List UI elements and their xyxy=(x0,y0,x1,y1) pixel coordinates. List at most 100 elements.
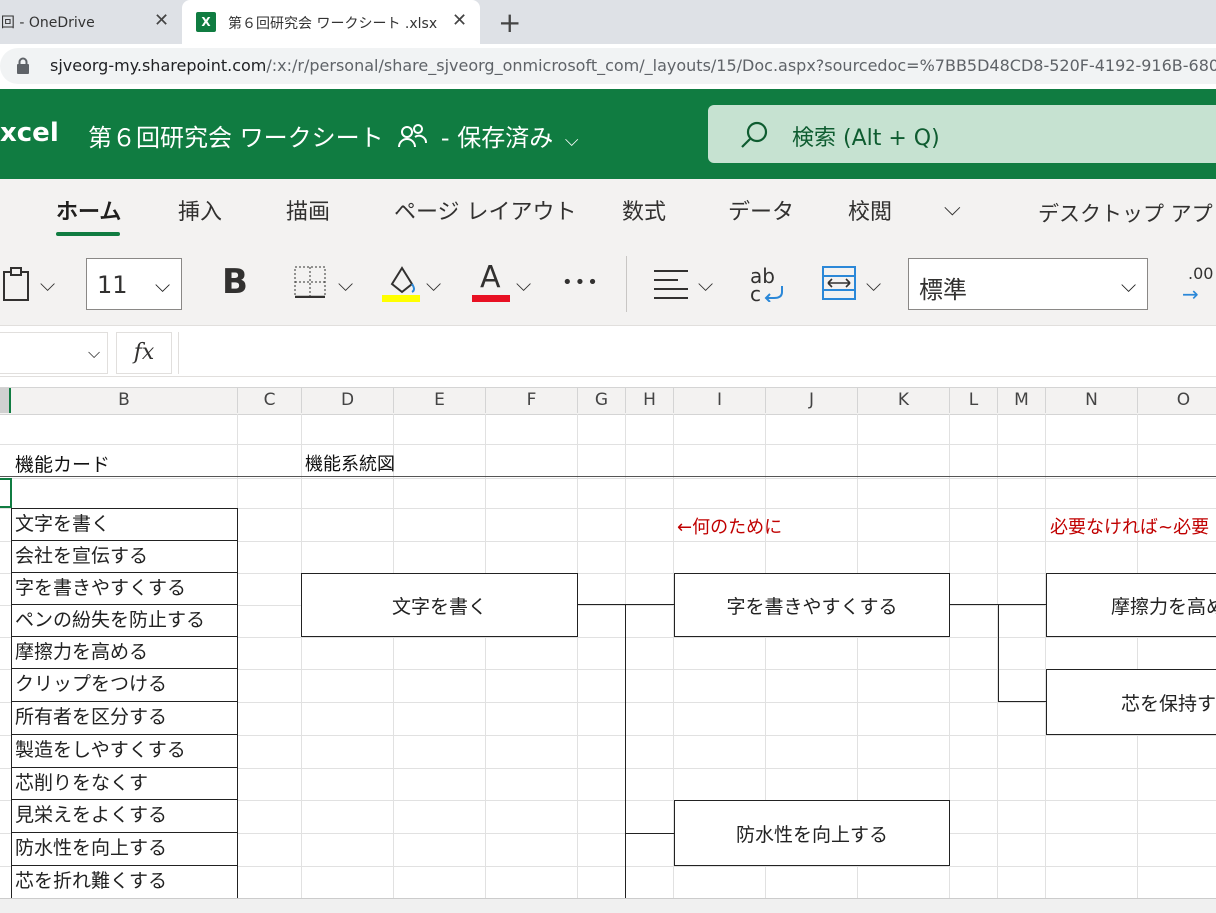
grid-hline xyxy=(0,478,1216,479)
function-card-cell[interactable]: 文字を書く xyxy=(11,508,238,541)
chevron-down-icon: ⌵ xyxy=(1121,273,1137,297)
wrap-text-icon[interactable]: ab c xyxy=(750,264,786,308)
shared-people-icon xyxy=(397,123,429,155)
column-header-l[interactable]: L xyxy=(950,388,998,413)
column-header-k[interactable]: K xyxy=(858,388,950,413)
function-card-cell[interactable]: 見栄えをよくする xyxy=(11,800,238,833)
align-chevron-icon[interactable]: ⌵ xyxy=(698,272,713,296)
column-header-b[interactable]: B xyxy=(11,388,238,413)
tab-worksheet-label: 第６回研究会 ワークシート .xlsx xyxy=(228,16,438,32)
header-underline xyxy=(0,476,1216,477)
tab-draw[interactable]: 描画 xyxy=(286,194,330,226)
tab-close-icon[interactable]: ✕ xyxy=(452,10,467,31)
connector-line xyxy=(998,604,999,702)
function-card-cell[interactable]: クリップをつける xyxy=(11,669,238,702)
more-options-icon[interactable]: ••• xyxy=(562,272,600,293)
font-color-swatch xyxy=(472,295,510,302)
diagram-level2-box[interactable]: 摩擦力を高め xyxy=(1046,573,1216,637)
card-list-header: 機能カード xyxy=(15,454,111,476)
tab-close-icon[interactable]: ✕ xyxy=(154,10,169,31)
tab-formulas[interactable]: 数式 xyxy=(622,194,666,226)
borders-icon[interactable] xyxy=(294,266,326,302)
chevron-down-icon: ⌵ xyxy=(564,130,579,151)
selected-cell[interactable] xyxy=(0,478,12,508)
clipboard-chevron-icon[interactable]: ⌵ xyxy=(40,272,55,296)
document-title[interactable]: 第６回研究会 ワークシート - 保存済み ⌵ xyxy=(88,118,579,155)
search-box[interactable] xyxy=(708,105,1216,163)
function-card-cell[interactable]: 製造をしやすくする xyxy=(11,735,238,768)
tab-data[interactable]: データ xyxy=(728,194,794,226)
function-card-cell[interactable]: 摩擦力を高める xyxy=(11,637,238,669)
column-header-j[interactable]: J xyxy=(766,388,858,413)
open-desktop-app-button[interactable]: デスクトップ アプリ xyxy=(1038,198,1216,228)
function-card-cell[interactable]: 芯を折れ難くする xyxy=(11,866,238,899)
clipboard-icon[interactable] xyxy=(2,266,32,306)
horizontal-scrollbar[interactable] xyxy=(0,898,1216,913)
column-header-d[interactable]: D xyxy=(302,388,394,413)
new-tab-button[interactable]: + xyxy=(498,6,521,39)
borders-chevron-icon[interactable]: ⌵ xyxy=(338,272,353,296)
column-header-e[interactable]: E xyxy=(394,388,486,413)
function-card-cell[interactable]: 字を書きやすくする xyxy=(11,573,238,605)
diagram-header: 機能系統図 xyxy=(305,454,395,475)
column-header-n[interactable]: N xyxy=(1046,388,1138,413)
column-header-g[interactable]: G xyxy=(578,388,626,413)
tab-review[interactable]: 校閲 xyxy=(848,194,892,226)
lock-icon[interactable] xyxy=(16,57,30,75)
diagram-level1-box[interactable]: 防水性を向上する xyxy=(674,800,950,866)
column-header-o[interactable]: O xyxy=(1138,388,1216,413)
column-header-h[interactable]: H xyxy=(626,388,674,413)
merge-cells-icon[interactable] xyxy=(822,266,856,304)
name-box[interactable]: ⌵ xyxy=(0,332,108,374)
font-color-icon: A xyxy=(480,260,501,295)
grid-vline xyxy=(485,414,486,898)
function-card-cell[interactable]: 会社を宣伝する xyxy=(11,541,238,573)
function-card-cell[interactable]: 所有者を区分する xyxy=(11,702,238,735)
column-header-f[interactable]: F xyxy=(486,388,578,413)
font-color-chevron-icon[interactable]: ⌵ xyxy=(516,272,531,296)
number-format-value: 標準 xyxy=(919,276,967,304)
search-icon xyxy=(740,120,770,154)
tab-insert[interactable]: 挿入 xyxy=(178,194,222,226)
excel-brand[interactable]: xcel xyxy=(0,118,59,148)
wrap-text-glyph-bottom: c xyxy=(750,282,761,306)
column-header-i[interactable]: I xyxy=(674,388,766,413)
connector-line xyxy=(998,701,1046,702)
tab-onedrive[interactable]: 6回 - OneDrive ✕ xyxy=(0,0,180,44)
diagram-level1-box[interactable]: 字を書きやすくする xyxy=(674,573,950,637)
more-tabs-chevron-icon[interactable]: ⌵ xyxy=(944,196,961,221)
function-card-cell[interactable]: ペンの紛失を防止する xyxy=(11,605,238,637)
row-header-corner[interactable] xyxy=(0,388,11,413)
chevron-down-icon: ⌵ xyxy=(88,343,101,362)
toolbar-divider xyxy=(626,256,627,312)
font-size-select[interactable]: 11 ⌵ xyxy=(86,258,182,310)
excel-file-icon: X xyxy=(196,12,216,32)
grid-vline xyxy=(301,414,302,898)
function-card-cell[interactable]: 防水性を向上する xyxy=(11,833,238,866)
connector-line xyxy=(578,604,626,605)
arrow-note: ←何のために xyxy=(677,517,783,538)
insert-function-button[interactable]: fx xyxy=(116,332,172,374)
connector-line xyxy=(625,833,674,834)
fill-color-chevron-icon[interactable]: ⌵ xyxy=(426,272,441,296)
align-icon[interactable] xyxy=(654,268,690,304)
number-format-select[interactable]: 標準 ⌵ xyxy=(908,258,1148,310)
column-header-c[interactable]: C xyxy=(238,388,302,413)
diagram-root-box[interactable]: 文字を書く xyxy=(301,573,578,637)
diagram-level2-box[interactable]: 芯を保持す xyxy=(1046,669,1216,735)
tab-worksheet[interactable]: X 第６回研究会 ワークシート .xlsx ✕ xyxy=(182,0,480,44)
formula-input[interactable] xyxy=(178,332,1216,374)
column-header-m[interactable]: M xyxy=(998,388,1046,413)
tab-page-layout[interactable]: ページ レイアウト xyxy=(394,194,577,226)
tab-onedrive-label: 6回 - OneDrive xyxy=(0,15,95,31)
save-status: - 保存済み xyxy=(440,124,554,152)
merge-chevron-icon[interactable]: ⌵ xyxy=(866,272,881,296)
tab-home[interactable]: ホーム xyxy=(56,194,121,226)
function-card-cell[interactable]: 芯削りをなくす xyxy=(11,768,238,800)
url-path: /:x:/r/personal/share_sjveorg_onmicrosof… xyxy=(266,56,1216,75)
fill-color-icon[interactable] xyxy=(382,262,422,308)
grid-vline xyxy=(393,414,394,898)
decimal-icon[interactable]: .00 → xyxy=(1182,264,1216,308)
bold-button[interactable]: B xyxy=(222,262,248,302)
font-color-button[interactable]: A xyxy=(472,258,512,304)
